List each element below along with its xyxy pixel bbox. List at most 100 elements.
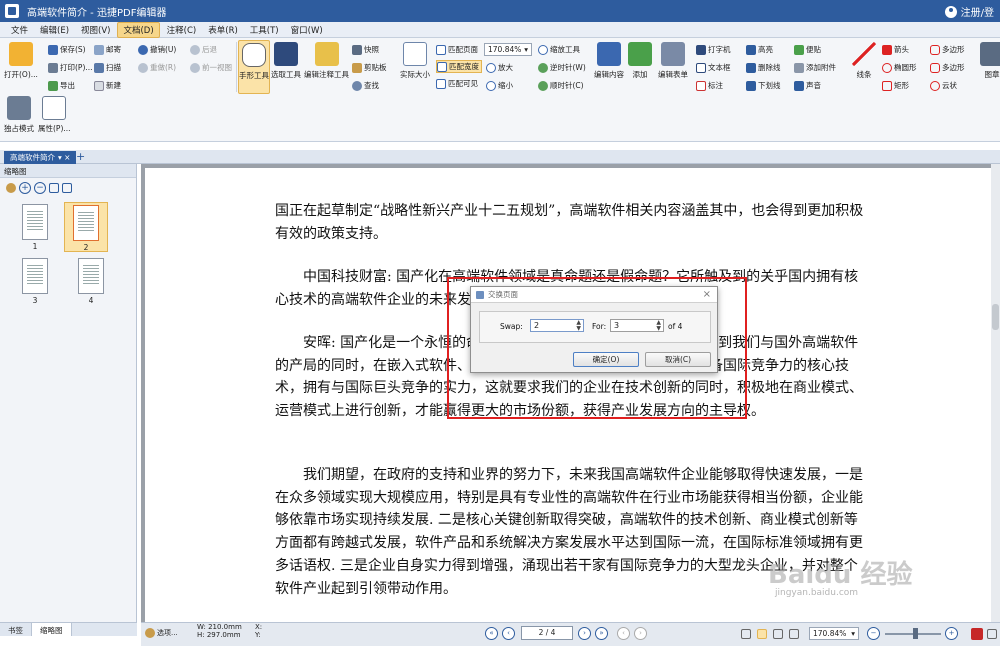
gear-icon[interactable] (6, 183, 16, 193)
rotate-cw-button[interactable]: 顺时针(C) (538, 80, 584, 91)
back-button[interactable]: 后退 (190, 44, 217, 55)
document-tab[interactable]: 高端软件简介 ▾ × (4, 151, 77, 164)
tool-icon[interactable] (987, 629, 997, 639)
scan-button[interactable]: 扫描 (94, 62, 121, 73)
clipboard-button[interactable]: 剪贴板 (352, 62, 387, 73)
arrow-button[interactable]: 箭头 (882, 44, 909, 55)
new-button[interactable]: 新建 (94, 80, 121, 91)
attach-file-button[interactable]: 添加附件 (794, 62, 836, 73)
add-button[interactable]: 添加 (628, 42, 652, 80)
edit-content-button[interactable]: 编辑内容 (594, 42, 624, 80)
menu-form[interactable]: 表单(R) (203, 23, 243, 37)
page-thumbnail[interactable]: 3 (13, 256, 57, 306)
forward-view-icon[interactable]: › (634, 627, 647, 640)
user-icon[interactable] (944, 5, 957, 18)
rotate-ccw-button[interactable]: 逆时针(W) (538, 62, 586, 73)
print-button[interactable]: 打印(P)... (48, 62, 93, 73)
zoom-in-thumb-icon[interactable]: + (19, 182, 31, 194)
edit-form-button[interactable]: 编辑表单 (658, 42, 688, 80)
menu-view[interactable]: 视图(V) (76, 23, 115, 37)
magnifier-icon (538, 44, 548, 55)
zoom-in-icon[interactable]: + (945, 627, 958, 640)
redo-button[interactable]: 重做(R) (138, 62, 176, 73)
fit-page-button[interactable]: 匹配页面 (436, 44, 478, 55)
user-area[interactable]: 注册/登 (944, 4, 994, 19)
rotate-thumb-icon[interactable] (49, 183, 59, 193)
rotate-thumb-2-icon[interactable] (62, 183, 72, 193)
menu-document[interactable]: 文档(D) (117, 21, 160, 38)
last-page-icon[interactable]: » (595, 627, 608, 640)
menu-edit[interactable]: 编辑(E) (35, 23, 74, 37)
properties-button[interactable]: 属性(P)... (38, 96, 71, 134)
stamp-icon (980, 42, 1000, 66)
add-tab-icon[interactable]: + (76, 150, 85, 163)
next-page-icon[interactable]: › (578, 627, 591, 640)
scrollbar-thumb[interactable] (992, 304, 999, 330)
export-button[interactable]: 导出 (48, 80, 75, 91)
sound-button[interactable]: 声音 (794, 80, 821, 91)
line-button[interactable]: 线条 (852, 42, 876, 80)
edit-content-icon (597, 42, 621, 66)
hand-tool-button[interactable]: 手形工具 (238, 40, 270, 94)
rectangle-button[interactable]: 矩形 (882, 80, 909, 91)
tab-bookmarks[interactable]: 书签 (0, 623, 32, 636)
facing-page-icon[interactable] (773, 629, 783, 639)
scanner-icon (94, 62, 104, 73)
back-view-icon[interactable]: ‹ (617, 627, 630, 640)
select-text-button[interactable]: 选取工具 (271, 42, 301, 80)
continuous-facing-icon[interactable] (789, 629, 799, 639)
status-zoom-select[interactable]: 170.84% ▾ (809, 627, 859, 640)
single-page-icon[interactable] (741, 629, 751, 639)
actual-size-icon (403, 42, 427, 66)
mail-button[interactable]: 邮寄 (94, 44, 121, 55)
tab-thumbnails[interactable]: 缩略图 (32, 623, 72, 636)
underline-button[interactable]: 下划线 (746, 80, 781, 91)
undo-button[interactable]: 撤销(U) (138, 44, 176, 55)
snapshot-button[interactable]: 快照 (352, 44, 379, 55)
tab-menu-icon[interactable]: ▾ × (58, 153, 70, 162)
zoom-out-icon[interactable]: − (867, 627, 880, 640)
menu-file[interactable]: 文件 (6, 23, 33, 37)
zoom-tool-button[interactable]: 缩放工具 (538, 44, 580, 55)
find-button[interactable]: 查找 (352, 80, 379, 91)
menu-tools[interactable]: 工具(T) (245, 23, 284, 37)
strikeout-button[interactable]: 删除线 (746, 62, 781, 73)
page-thumbnail[interactable]: 1 (13, 202, 57, 252)
save-button[interactable]: 保存(S) (48, 44, 86, 55)
stamp-button[interactable]: 图章 (980, 42, 1000, 80)
callout-button[interactable]: 标注 (696, 80, 723, 91)
page-thumbnail[interactable]: 4 (69, 256, 113, 306)
zoom-select[interactable]: 170.84% ▾ (484, 43, 532, 56)
page-number-input[interactable]: 2 / 4 (521, 626, 573, 640)
prev-view-button[interactable]: 前一视图 (190, 62, 232, 73)
register-login-link[interactable]: 注册/登 (961, 4, 994, 19)
menu-comment[interactable]: 注释(C) (162, 23, 202, 37)
highlight-button[interactable]: 高亮 (746, 44, 773, 55)
note-button[interactable]: 便贴 (794, 44, 821, 55)
textbox-button[interactable]: 文本框 (696, 62, 731, 73)
polygon-button[interactable]: 多边形 (930, 44, 965, 55)
menu-window[interactable]: 窗口(W) (286, 23, 328, 37)
prev-page-icon[interactable]: ‹ (502, 627, 515, 640)
zoom-in-button[interactable]: 放大 (486, 62, 513, 73)
zoom-out-button[interactable]: 缩小 (486, 80, 513, 91)
typewriter-button[interactable]: 打字机 (696, 44, 731, 55)
actual-size-button[interactable]: 实际大小 (400, 42, 430, 80)
vertical-scrollbar[interactable] (991, 164, 1000, 622)
ellipse-button[interactable]: 椭圆形 (882, 62, 917, 73)
polyline-button[interactable]: 多边形 (930, 62, 965, 73)
page-thumbnail-selected[interactable]: 2 (64, 202, 108, 252)
open-button[interactable]: 打开(O)... (4, 42, 38, 80)
continuous-page-icon[interactable] (757, 629, 767, 639)
exclusive-mode-button[interactable]: 独占模式 (4, 96, 34, 134)
options-button[interactable]: 选项... (145, 628, 178, 638)
pdf-icon[interactable] (971, 628, 983, 640)
fit-width-button[interactable]: 匹配宽度 (436, 60, 482, 73)
zoom-slider-handle[interactable] (913, 628, 918, 639)
cloud-button[interactable]: 云状 (930, 80, 957, 91)
first-page-icon[interactable]: « (485, 627, 498, 640)
panel-toolbar: + − (0, 178, 136, 198)
edit-annot-button[interactable]: 编辑注释工具 (304, 42, 349, 80)
zoom-out-thumb-icon[interactable]: − (34, 182, 46, 194)
fit-visible-button[interactable]: 匹配可见 (436, 78, 478, 89)
